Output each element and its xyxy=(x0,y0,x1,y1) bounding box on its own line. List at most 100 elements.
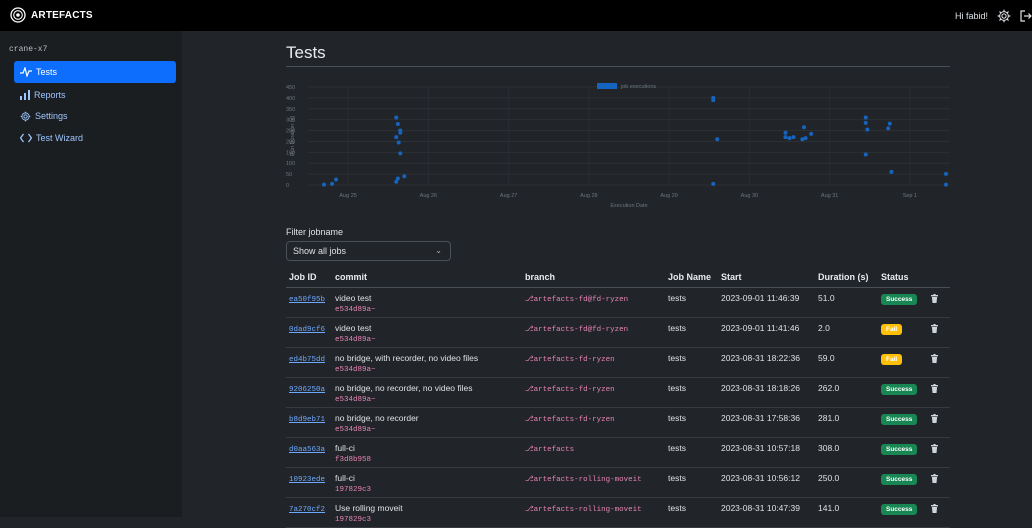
data-point xyxy=(395,122,400,127)
y-tick-label: 100 xyxy=(286,161,295,167)
y-tick-label: 350 xyxy=(286,107,295,113)
branch-name: artefacts-rolling-moveit xyxy=(533,476,642,484)
trash-icon[interactable] xyxy=(931,474,938,483)
x-tick-label: Aug 28 xyxy=(580,193,597,199)
trash-icon[interactable] xyxy=(931,324,938,333)
sidebar-item-label: Reports xyxy=(34,90,66,100)
sidebar-item-label: Test Wizard xyxy=(36,133,84,143)
commit-hash: e534d89a~ xyxy=(335,366,376,374)
page-title: Tests xyxy=(286,43,326,62)
data-point xyxy=(889,169,894,174)
job-id-link[interactable]: ea50f95b xyxy=(289,296,325,304)
execution-chart[interactable]: 050100150200250300350400450Aug 25 Aug 26 A… xyxy=(286,79,950,213)
data-point xyxy=(330,181,335,186)
commit-message: Use rolling moveit xyxy=(335,503,403,513)
duration-cell: 308.0 xyxy=(815,437,878,468)
y-tick-label: 450 xyxy=(286,85,295,91)
delete-cell xyxy=(928,347,950,378)
start-cell: 2023-08-31 18:22:36 xyxy=(718,347,815,378)
table-row: 10923ede full-ci 197829c3 ⎇artefacts-rollin… xyxy=(286,467,950,498)
commit-cell: full-ci 197829c3 xyxy=(332,467,522,498)
job-id-link[interactable]: d0aa563a xyxy=(289,446,325,454)
trash-icon[interactable] xyxy=(931,414,938,423)
trash-icon[interactable] xyxy=(931,504,938,513)
branch-icon: ⎇ xyxy=(525,296,534,304)
job-id-link[interactable]: 0dad9cf6 xyxy=(289,326,325,334)
branch-name: artefacts-fd-ryzen xyxy=(533,356,615,364)
job-id-link[interactable]: b8d9eb71 xyxy=(289,416,325,424)
commit-hash: e534d89a~ xyxy=(335,306,376,314)
table-row: 9206250a no bridge, no recorder, no video… xyxy=(286,377,950,408)
trash-icon[interactable] xyxy=(931,444,938,453)
column-header: Job ID xyxy=(286,267,332,288)
branch-name: artefacts-fd@fd-ryzen xyxy=(533,326,629,334)
table-row: b8d9eb71 no bridge, no recorder e534d89a~ ⎇… xyxy=(286,407,950,438)
status-cell: Success xyxy=(878,497,928,528)
sidebar-item-label: Settings xyxy=(35,111,68,121)
job-filter-value: Show all jobs xyxy=(293,246,347,256)
data-point xyxy=(783,135,788,140)
commit-cell: no bridge, no recorder e534d89a~ xyxy=(332,407,522,438)
table-row: d0aa563a full-ci f3d8b958 ⎇artefacts tests 20… xyxy=(286,437,950,468)
commit-hash: 197829c3 xyxy=(335,486,372,494)
sidebar-item-settings[interactable]: Settings xyxy=(14,105,176,127)
data-point xyxy=(711,181,716,186)
job-id-link[interactable]: 7a270cf2 xyxy=(289,506,325,514)
data-point xyxy=(396,140,401,145)
branch-cell: ⎇artefacts xyxy=(522,437,665,468)
data-point xyxy=(809,131,814,136)
x-tick-label: Aug 29 xyxy=(660,193,677,199)
table-row: 7a270cf2 Use rolling moveit 197829c3 ⎇artef… xyxy=(286,497,950,528)
commit-message: no bridge, no recorder xyxy=(335,413,419,423)
gear-icon[interactable] xyxy=(997,9,1011,23)
table-row: ed4b75dd no bridge, with recorder, no vid… xyxy=(286,347,950,378)
trash-icon[interactable] xyxy=(931,354,938,363)
sidebar-item-tests[interactable]: Tests xyxy=(14,61,176,83)
data-point xyxy=(398,151,403,156)
job-name-cell: tests xyxy=(665,287,718,318)
job-name-cell: tests xyxy=(665,497,718,528)
branch-icon: ⎇ xyxy=(525,506,534,514)
sidebar-item-test-wizard[interactable]: Test Wizard xyxy=(14,127,176,149)
duration-cell: 141.0 xyxy=(815,497,878,528)
brand[interactable]: ARTEFACTS xyxy=(10,7,93,23)
commit-cell: no bridge, with recorder, no video files… xyxy=(332,347,522,378)
duration-cell: 250.0 xyxy=(815,467,878,498)
column-header: Start xyxy=(718,267,815,288)
duration-cell: 2.0 xyxy=(815,317,878,348)
job-name-cell: tests xyxy=(665,407,718,438)
job-filter-select[interactable]: Show all jobs ⌄ xyxy=(286,241,451,261)
logout-icon[interactable] xyxy=(1020,10,1032,22)
trash-icon[interactable] xyxy=(931,294,938,303)
branch-cell: ⎇artefacts-fd@fd-ryzen xyxy=(522,317,665,348)
commit-message: video test xyxy=(335,323,372,333)
branch-icon: ⎇ xyxy=(525,476,534,484)
trash-icon[interactable] xyxy=(931,384,938,393)
job-id-cell: 9206250a xyxy=(286,377,332,408)
data-point xyxy=(334,177,339,182)
status-badge: Fail xyxy=(881,324,903,335)
gear-icon xyxy=(20,111,31,121)
data-point xyxy=(402,174,407,179)
job-name-cell: tests xyxy=(665,437,718,468)
commit-message: video test xyxy=(335,293,372,303)
sidebar-item-reports[interactable]: Reports xyxy=(14,84,176,106)
duration-cell: 51.0 xyxy=(815,287,878,318)
job-name-cell: tests xyxy=(665,377,718,408)
branch-icon: ⎇ xyxy=(525,386,534,394)
job-id-link[interactable]: ed4b75dd xyxy=(289,356,325,364)
job-id-cell: 7a270cf2 xyxy=(286,497,332,528)
column-header: commit xyxy=(332,267,522,288)
branch-cell: ⎇artefacts-fd-ryzen xyxy=(522,347,665,378)
data-point xyxy=(394,135,399,140)
job-id-link[interactable]: 10923ede xyxy=(289,476,325,484)
delete-cell xyxy=(928,437,950,468)
job-id-link[interactable]: 9206250a xyxy=(289,386,325,394)
x-tick-label: Sep 1 xyxy=(903,193,917,199)
x-tick-label: Aug 27 xyxy=(500,193,517,199)
column-header: Duration (s) xyxy=(815,267,878,288)
start-cell: 2023-09-01 11:46:39 xyxy=(718,287,815,318)
branch-name: artefacts xyxy=(533,446,575,454)
commit-cell: video test e534d89a~ xyxy=(332,287,522,318)
duration-cell: 59.0 xyxy=(815,347,878,378)
